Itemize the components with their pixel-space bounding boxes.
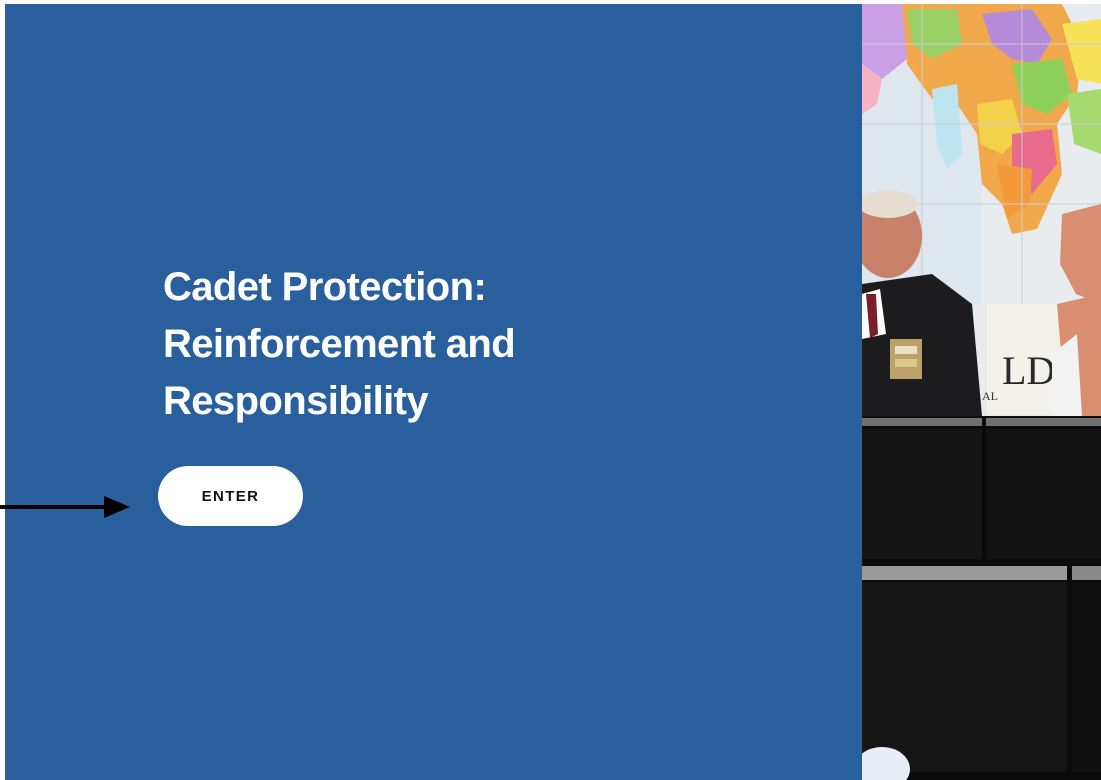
hero-panel: Cadet Protection: Reinforcement and Resp… [5,4,862,780]
enter-button[interactable]: ENTER [158,466,303,526]
title-line-2: Reinforcement and [163,322,516,366]
title-line-3: Responsibility [163,379,429,423]
landing-screen: Cadet Protection: Reinforcement and Resp… [0,0,1101,780]
arrow-right-icon [0,496,130,518]
page-title: Cadet Protection: Reinforcement and Resp… [163,259,623,430]
sign-subtext: AL [982,389,998,403]
hero-photo: LD AL [862,4,1101,780]
ceremony-photo-image: LD AL [862,4,1101,780]
title-line-1: Cadet Protection: [163,265,487,309]
sign-text: LD [1002,348,1055,393]
